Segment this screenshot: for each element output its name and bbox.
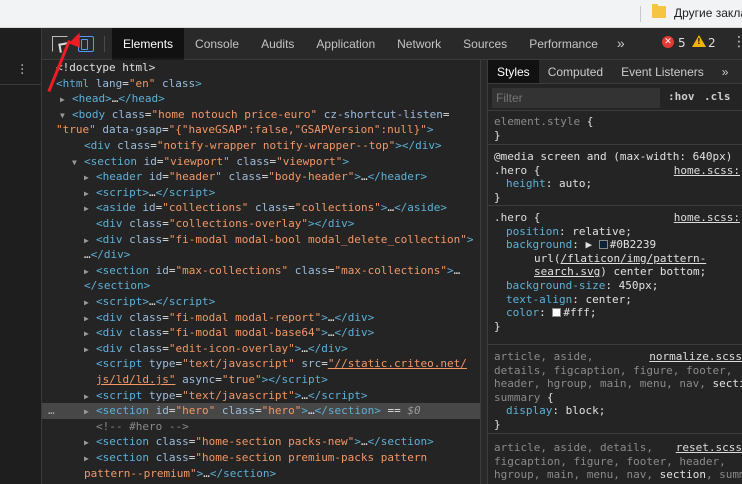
pane-splitter[interactable] bbox=[480, 60, 488, 484]
tab-console[interactable]: Console bbox=[184, 28, 250, 60]
dom-line[interactable]: ▶ <header id="header" class="body-header"… bbox=[42, 169, 480, 185]
dom-line[interactable]: pattern--premium">…</section> bbox=[42, 466, 480, 482]
more-options-icon[interactable]: … bbox=[48, 403, 55, 419]
style-rule-media[interactable]: @media screen and (max-width: 640px) .he… bbox=[488, 146, 742, 206]
other-bookmarks-label[interactable]: Другие закла bbox=[674, 6, 742, 20]
dom-line[interactable]: <!doctype html> bbox=[42, 60, 480, 76]
style-rule-hero[interactable]: .hero {home.scss: position: relative; ba… bbox=[488, 207, 742, 345]
dom-line[interactable]: ▶ <div class="fi-modal modal-report">…</d… bbox=[42, 310, 480, 326]
more-sidebar-tabs-button[interactable]: » bbox=[713, 60, 738, 83]
devtools-menu-icon[interactable]: ⋮ bbox=[732, 34, 742, 50]
tab-network[interactable]: Network bbox=[386, 28, 452, 60]
dom-line[interactable]: ▼ <body class="home notouch price-euro" c… bbox=[42, 107, 480, 123]
dom-line[interactable]: <div class="notify-wrapper notify-wrappe… bbox=[42, 138, 480, 154]
dom-line[interactable]: ▼ <section id="viewport" class="viewport"… bbox=[42, 154, 480, 170]
dom-line[interactable]: ▶ <div class="fi-modal modal-base64">…</d… bbox=[42, 325, 480, 341]
error-icon[interactable]: ✕ bbox=[662, 36, 674, 48]
dom-line[interactable]: ▶ <script>…</script> bbox=[42, 294, 480, 310]
dom-line[interactable]: ▶ <aside id="collections" class="collecti… bbox=[42, 200, 480, 216]
dom-line[interactable]: ▶ <script type="text/javascript">…</scrip… bbox=[42, 388, 480, 404]
dom-line[interactable]: ▶ <head>…</head> bbox=[42, 91, 480, 107]
class-toggle-button[interactable]: .cls bbox=[704, 90, 731, 103]
tab-computed[interactable]: Computed bbox=[539, 60, 612, 83]
tab-styles[interactable]: Styles bbox=[488, 60, 539, 83]
tab-performance[interactable]: Performance bbox=[518, 28, 609, 60]
more-tabs-button[interactable]: » bbox=[609, 28, 633, 60]
dom-line[interactable]: ▶ <section class="home-section packs-new"… bbox=[42, 434, 480, 450]
tab-sources[interactable]: Sources bbox=[452, 28, 518, 60]
dom-line[interactable]: ▶ <script>…</script> bbox=[42, 185, 480, 201]
sidebar-tabs: Styles Computed Event Listeners » bbox=[488, 60, 742, 84]
dom-line[interactable]: "true" data-gsap="{"haveGSAP":false,"GSA… bbox=[42, 122, 480, 138]
tab-event-listeners[interactable]: Event Listeners bbox=[612, 60, 713, 83]
color-swatch[interactable] bbox=[598, 240, 608, 250]
dom-line[interactable]: </section> bbox=[42, 278, 480, 294]
warning-count[interactable]: 2 bbox=[708, 36, 716, 50]
tab-application[interactable]: Application bbox=[305, 28, 386, 60]
dom-line[interactable]: ▶ <div class="fi-modal modal-bool modal_d… bbox=[42, 232, 480, 248]
dom-line[interactable]: …</div> bbox=[42, 247, 480, 263]
hover-state-button[interactable]: :hov bbox=[668, 90, 695, 103]
style-rule-normalize[interactable]: article, aside, normalize.scss details, f… bbox=[488, 346, 742, 434]
dom-line[interactable]: <script type="text/javascript" src="//st… bbox=[42, 356, 480, 372]
dom-line[interactable]: ▶ <div class="edit-icon-overlay">…</div> bbox=[42, 341, 480, 357]
tab-audits[interactable]: Audits bbox=[250, 28, 305, 60]
style-rule-reset[interactable]: article, aside, details, reset.scss figca… bbox=[488, 435, 742, 484]
error-count[interactable]: 5 bbox=[678, 36, 686, 50]
elements-dom-tree[interactable]: <!doctype html> <html lang="en" class> ▶… bbox=[42, 60, 480, 484]
dom-line[interactable]: js/ld/ld.js" async="true"></script> bbox=[42, 372, 480, 388]
dom-line[interactable]: ▶ <section class="home-section premium-pa… bbox=[42, 450, 480, 466]
styles-pane: Styles Computed Event Listeners » :hov .… bbox=[488, 60, 742, 484]
devtools-toolbar: Elements Console Audits Application Netw… bbox=[42, 28, 742, 60]
styles-filter-bar: :hov .cls bbox=[488, 85, 742, 111]
style-rule-element[interactable]: element.style { } bbox=[488, 113, 742, 145]
folder-icon[interactable] bbox=[652, 4, 666, 18]
dom-line[interactable]: ▶ <section id="max-collections" class="ma… bbox=[42, 263, 480, 279]
warning-icon[interactable]: ! bbox=[692, 35, 706, 47]
dom-line[interactable]: <!-- #hero --> bbox=[42, 419, 480, 435]
dom-line[interactable]: <html lang="en" class> bbox=[42, 76, 480, 92]
dom-line-selected[interactable]: … ▶ <section id="hero" class="hero">…</sec… bbox=[42, 403, 480, 419]
dom-line[interactable]: <div class="collections-overlay"></div> bbox=[42, 216, 480, 232]
bookmarks-separator bbox=[640, 6, 641, 22]
bookmarks-bar: Другие закла bbox=[0, 0, 742, 28]
page-viewport-strip: · · · bbox=[0, 28, 42, 484]
color-swatch[interactable] bbox=[552, 308, 562, 318]
drag-handle-icon[interactable]: · · · bbox=[20, 59, 24, 81]
panel-tabs: Elements Console Audits Application Netw… bbox=[112, 28, 633, 60]
tab-elements[interactable]: Elements bbox=[112, 28, 185, 60]
styles-filter-input[interactable] bbox=[492, 88, 660, 108]
